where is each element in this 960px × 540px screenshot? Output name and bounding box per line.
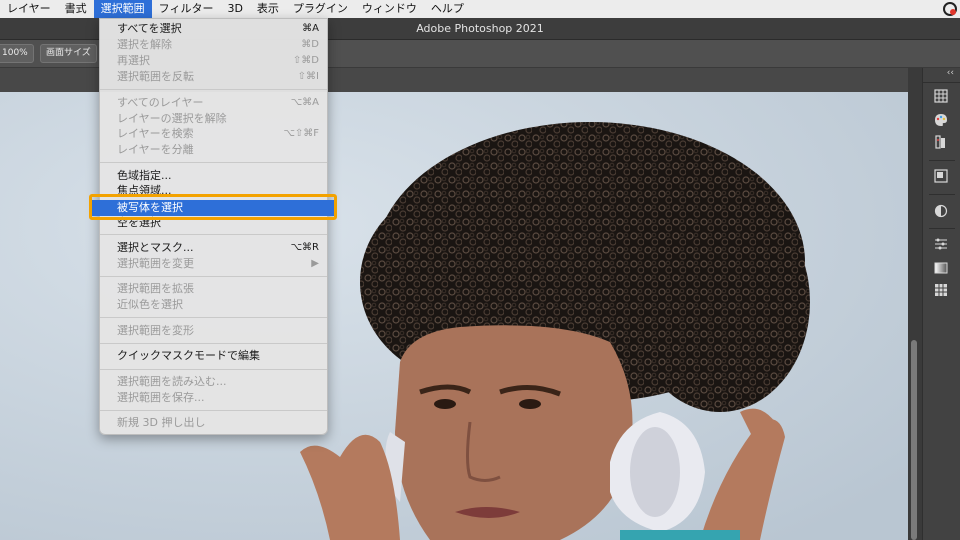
menu-item-select-all[interactable]: すべてを選択 ⌘A xyxy=(100,21,327,37)
menu-3d[interactable]: 3D xyxy=(220,0,249,18)
photoshop-window: レイヤー 書式 選択範囲 フィルター 3D 表示 プラグイン ウィンドウ ヘルプ… xyxy=(0,0,960,540)
grid-icon[interactable] xyxy=(933,282,949,298)
menu-separator xyxy=(100,343,327,344)
dock-separator xyxy=(929,228,955,229)
fit-screen-button[interactable]: 画面サイズ xyxy=(40,44,97,63)
menu-item-find-layers[interactable]: レイヤーを検索 ⌥⇧⌘F xyxy=(100,126,327,142)
submenu-arrow-icon: ▶ xyxy=(311,258,319,269)
menu-item-deselect[interactable]: 選択を解除 ⌘D xyxy=(100,37,327,53)
zoom-100-button[interactable]: 100% xyxy=(0,44,34,63)
menu-separator xyxy=(100,276,327,277)
panel-icon[interactable] xyxy=(933,168,949,184)
sliders-icon[interactable] xyxy=(933,236,949,252)
libraries-icon[interactable] xyxy=(933,134,949,150)
menu-separator xyxy=(100,89,327,90)
menu-window[interactable]: ウィンドウ xyxy=(355,0,424,18)
menu-item-similar[interactable]: 近似色を選択 xyxy=(100,297,327,313)
creative-cloud-icon[interactable] xyxy=(942,1,958,17)
panel-dock: ‹‹ xyxy=(922,68,960,540)
menu-separator xyxy=(100,234,327,235)
menu-item-grow[interactable]: 選択範囲を拡張 xyxy=(100,281,327,297)
menu-item-quick-mask[interactable]: クイックマスクモードで編集 xyxy=(100,348,327,364)
menu-item-modify[interactable]: 選択範囲を変更 ▶ xyxy=(100,256,327,272)
select-menu-dropdown: すべてを選択 ⌘A 選択を解除 ⌘D 再選択 ⇧⌘D 選択範囲を反転 ⇧⌘I すべてのレ… xyxy=(91,18,334,435)
gradient-icon[interactable] xyxy=(933,260,949,276)
menu-help[interactable]: ヘルプ xyxy=(424,0,471,18)
menu-view[interactable]: 表示 xyxy=(250,0,286,18)
menu-item-inverse[interactable]: 選択範囲を反転 ⇧⌘I xyxy=(100,69,327,85)
menu-separator xyxy=(100,317,327,318)
dock-scrollbar-thumb[interactable] xyxy=(911,340,917,540)
menu-layer[interactable]: レイヤー xyxy=(0,0,58,18)
menu-plugins[interactable]: プラグイン xyxy=(286,0,355,18)
menu-separator xyxy=(100,369,327,370)
highlight-callout-box xyxy=(89,194,337,220)
menu-item-reselect[interactable]: 再選択 ⇧⌘D xyxy=(100,53,327,69)
menu-type[interactable]: 書式 xyxy=(58,0,94,18)
menu-item-save-selection[interactable]: 選択範囲を保存... xyxy=(100,390,327,406)
menu-item-select-and-mask[interactable]: 選択とマスク... ⌥⌘R xyxy=(100,240,327,256)
menu-item-deselect-layers[interactable]: レイヤーの選択を解除 xyxy=(100,111,327,127)
collapse-panels-icon[interactable]: ‹‹ xyxy=(947,68,954,78)
table-icon[interactable] xyxy=(933,88,949,104)
menu-item-color-range[interactable]: 色域指定... xyxy=(100,168,327,184)
dock-divider xyxy=(923,82,960,83)
menu-select[interactable]: 選択範囲 xyxy=(93,0,152,18)
dock-separator xyxy=(929,160,955,161)
menu-item-load-selection[interactable]: 選択範囲を読み込む... xyxy=(100,374,327,390)
menu-separator xyxy=(100,162,327,163)
adjust-icon[interactable] xyxy=(933,203,949,219)
menu-filter[interactable]: フィルター xyxy=(152,0,221,18)
menu-separator xyxy=(100,410,327,411)
menu-item-isolate-layers[interactable]: レイヤーを分離 xyxy=(100,142,327,158)
menu-bar: レイヤー 書式 選択範囲 フィルター 3D 表示 プラグイン ウィンドウ ヘルプ xyxy=(0,0,960,18)
menu-item-3d-extrusion[interactable]: 新規 3D 押し出し xyxy=(100,415,327,431)
palette-icon[interactable] xyxy=(933,112,949,128)
menu-item-all-layers[interactable]: すべてのレイヤー ⌥⌘A xyxy=(100,95,327,111)
dock-separator xyxy=(929,194,955,195)
menu-item-transform-selection[interactable]: 選択範囲を変形 xyxy=(100,323,327,339)
